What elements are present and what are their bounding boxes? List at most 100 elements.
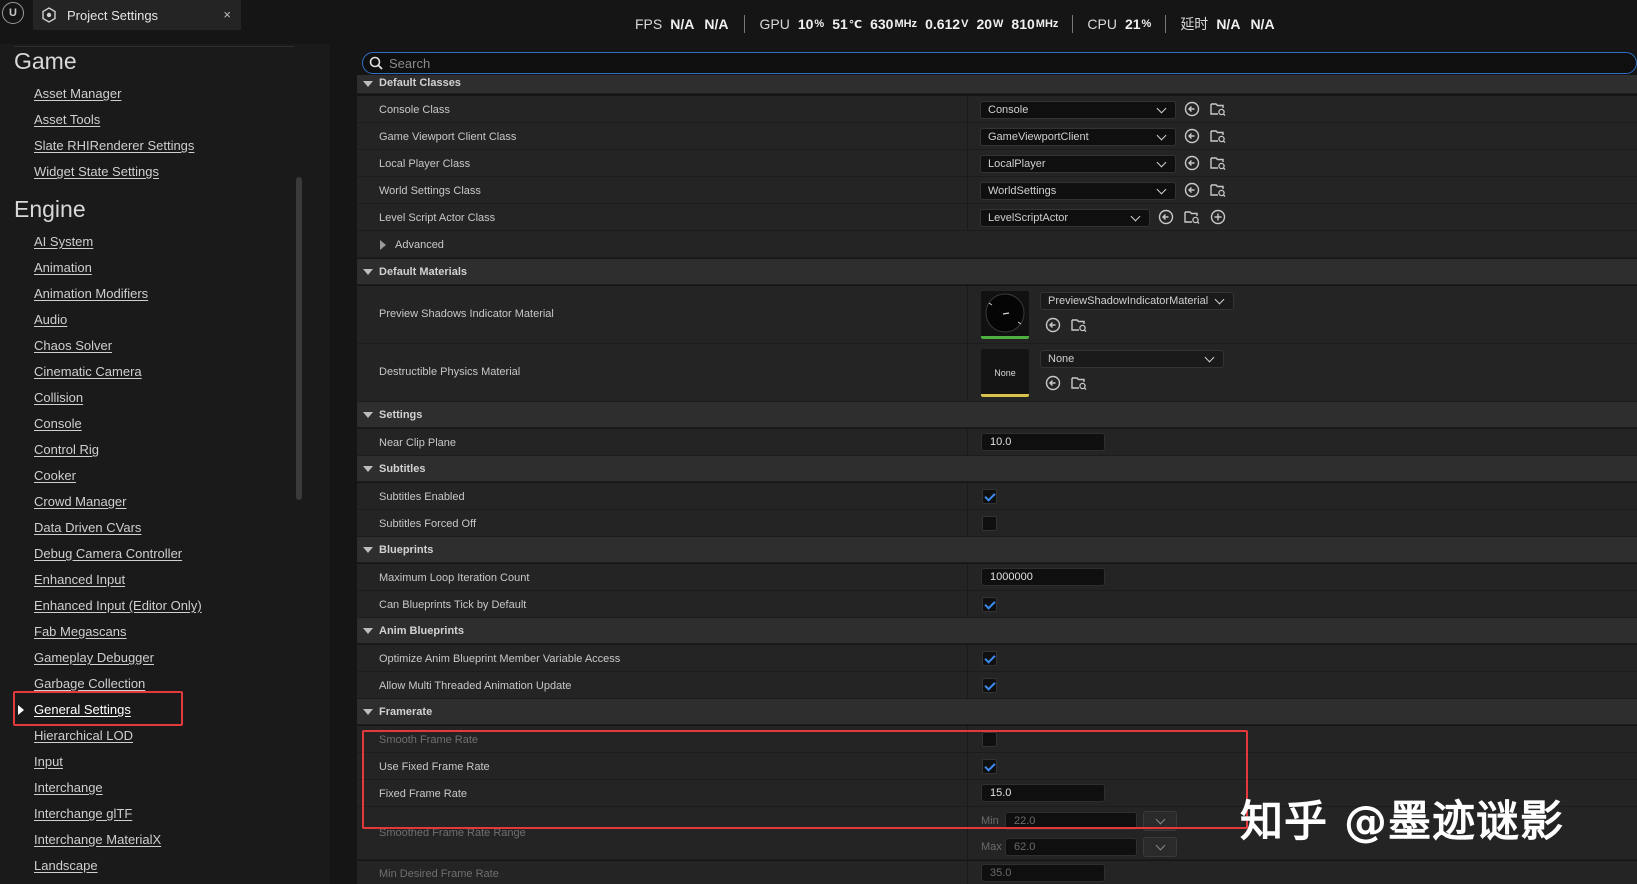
sidebar-item-enhanced-input-editor-only[interactable]: Enhanced Input (Editor Only) bbox=[34, 598, 202, 613]
sidebar-item-fab-megascans[interactable]: Fab Megascans bbox=[34, 624, 127, 639]
chevron-down-icon bbox=[1156, 103, 1167, 114]
can-blueprints-tick-checkbox[interactable] bbox=[982, 597, 997, 612]
browse-folder-icon[interactable] bbox=[1071, 317, 1087, 333]
row-game-viewport-client-class: Game Viewport Client Class GameViewportC… bbox=[357, 123, 1637, 150]
chevron-down-icon bbox=[1214, 294, 1225, 305]
sidebar-item-console[interactable]: Console bbox=[34, 416, 82, 431]
maximum-loop-iteration-count-input[interactable]: 1000000 bbox=[981, 568, 1105, 586]
browse-folder-icon[interactable] bbox=[1210, 155, 1226, 171]
section-title: Default Classes bbox=[379, 77, 461, 89]
sidebar-item-asset-manager[interactable]: Asset Manager bbox=[34, 86, 121, 101]
sidebar-item-input[interactable]: Input bbox=[34, 754, 63, 769]
gpu-label: GPU bbox=[759, 16, 790, 32]
sidebar-item-chaos-solver[interactable]: Chaos Solver bbox=[34, 338, 112, 353]
material-thumbnail[interactable] bbox=[981, 291, 1029, 339]
reset-arrow-icon[interactable] bbox=[1184, 155, 1200, 171]
performance-stats: FPS N/A N/A GPU 10% 51 ℃ 630 MHz 0.612 V 20… bbox=[635, 14, 1285, 34]
section-subtitles[interactable]: Subtitles bbox=[357, 456, 1637, 482]
sidebar-item-enhanced-input[interactable]: Enhanced Input bbox=[34, 572, 125, 587]
near-clip-plane-input[interactable]: 10.0 bbox=[981, 433, 1105, 451]
row-advanced[interactable]: Advanced bbox=[357, 231, 1637, 258]
sidebar-item-collision[interactable]: Collision bbox=[34, 390, 83, 405]
min-desired-frame-rate-input[interactable]: 35.0 bbox=[981, 864, 1105, 882]
reset-arrow-icon[interactable] bbox=[1184, 101, 1200, 117]
browse-folder-icon[interactable] bbox=[1071, 375, 1087, 391]
field-value: 62.0 bbox=[1014, 841, 1036, 853]
section-anim-blueprints[interactable]: Anim Blueprints bbox=[357, 618, 1637, 644]
section-default-materials[interactable]: Default Materials bbox=[357, 259, 1637, 285]
sidebar-item-interchange[interactable]: Interchange bbox=[34, 780, 103, 795]
sidebar-item-cooker[interactable]: Cooker bbox=[34, 468, 76, 483]
gpu-power-unit: W bbox=[993, 18, 1004, 30]
sidebar-item-animation-modifiers[interactable]: Animation Modifiers bbox=[34, 286, 148, 301]
property-label: Subtitles Enabled bbox=[379, 491, 465, 503]
sidebar-item-interchange-materialx[interactable]: Interchange MaterialX bbox=[34, 832, 161, 847]
browse-folder-icon[interactable] bbox=[1210, 182, 1226, 198]
reset-arrow-icon[interactable] bbox=[1184, 182, 1200, 198]
column-divider bbox=[967, 96, 968, 122]
reset-arrow-icon[interactable] bbox=[1184, 128, 1200, 144]
sidebar-item-garbage-collection[interactable]: Garbage Collection bbox=[34, 676, 145, 691]
collapse-arrow-icon bbox=[363, 709, 373, 715]
chevron-down-icon bbox=[1156, 184, 1167, 195]
optimize-anim-blueprint-checkbox[interactable] bbox=[982, 651, 997, 666]
section-blueprints[interactable]: Blueprints bbox=[357, 537, 1637, 563]
gpu-temp: 51 bbox=[832, 16, 848, 32]
destructible-physics-material-dropdown[interactable]: None bbox=[1040, 350, 1224, 368]
row-maximum-loop-iteration-count: Maximum Loop Iteration Count 1000000 bbox=[357, 564, 1637, 591]
sidebar-item-landscape[interactable]: Landscape bbox=[34, 858, 98, 873]
sidebar-item-widget-state-settings[interactable]: Widget State Settings bbox=[34, 164, 159, 179]
sidebar-item-slate-rhirenderer-settings[interactable]: Slate RHIRenderer Settings bbox=[34, 138, 194, 153]
local-player-class-dropdown[interactable]: LocalPlayer bbox=[980, 155, 1176, 173]
browse-folder-icon[interactable] bbox=[1184, 209, 1200, 225]
subtitles-forced-off-checkbox[interactable] bbox=[982, 516, 997, 531]
column-divider bbox=[967, 123, 968, 149]
allow-multi-threaded-animation-checkbox[interactable] bbox=[982, 678, 997, 693]
column-divider bbox=[967, 344, 968, 401]
max-options-button[interactable] bbox=[1143, 837, 1177, 857]
sidebar-item-debug-camera-controller[interactable]: Debug Camera Controller bbox=[34, 546, 182, 561]
preview-shadows-material-dropdown[interactable]: PreviewShadowIndicatorMaterial bbox=[1040, 292, 1234, 310]
section-framerate[interactable]: Framerate bbox=[357, 699, 1637, 725]
sidebar-item-gameplay-debugger[interactable]: Gameplay Debugger bbox=[34, 650, 154, 665]
browse-folder-icon[interactable] bbox=[1210, 101, 1226, 117]
column-divider bbox=[967, 672, 968, 698]
sidebar-item-data-driven-cvars[interactable]: Data Driven CVars bbox=[34, 520, 141, 535]
sidebar-item-hierarchical-lod[interactable]: Hierarchical LOD bbox=[34, 728, 133, 743]
section-default-classes[interactable]: Default Classes bbox=[357, 75, 1637, 94]
browse-folder-icon[interactable] bbox=[1210, 128, 1226, 144]
sidebar-item-control-rig[interactable]: Control Rig bbox=[34, 442, 99, 457]
sidebar-item-interchange-gltf[interactable]: Interchange glTF bbox=[34, 806, 132, 821]
material-thumbnail-none[interactable]: None bbox=[981, 349, 1029, 397]
subtitles-enabled-checkbox[interactable] bbox=[982, 489, 997, 504]
latency-value: N/A bbox=[1216, 16, 1241, 32]
latency-label: 延时 bbox=[1180, 16, 1209, 32]
column-divider bbox=[967, 861, 968, 884]
search-input[interactable] bbox=[389, 54, 1589, 72]
world-settings-class-dropdown[interactable]: WorldSettings bbox=[980, 182, 1176, 200]
sidebar-item-asset-tools[interactable]: Asset Tools bbox=[34, 112, 100, 127]
sidebar-item-crowd-manager[interactable]: Crowd Manager bbox=[34, 494, 127, 509]
game-viewport-client-class-dropdown[interactable]: GameViewportClient bbox=[980, 128, 1176, 146]
advanced-label: Advanced bbox=[395, 239, 444, 251]
sidebar-item-audio[interactable]: Audio bbox=[34, 312, 67, 327]
search-box[interactable] bbox=[362, 52, 1637, 74]
gpu-clock: 630 bbox=[870, 16, 894, 32]
max-frame-rate-input[interactable]: 62.0 bbox=[1005, 838, 1137, 856]
sidebar-item-cinematic-camera[interactable]: Cinematic Camera bbox=[34, 364, 142, 379]
checkmark-icon bbox=[984, 679, 996, 691]
add-plus-icon[interactable] bbox=[1210, 209, 1226, 225]
property-label: Min Desired Frame Rate bbox=[379, 868, 499, 880]
reset-arrow-icon[interactable] bbox=[1045, 375, 1061, 391]
sidebar-item-animation[interactable]: Animation bbox=[34, 260, 92, 275]
console-class-dropdown[interactable]: Console bbox=[980, 101, 1176, 119]
close-tab-icon[interactable]: × bbox=[223, 7, 231, 22]
sidebar-scrollbar[interactable] bbox=[296, 177, 302, 500]
reset-arrow-icon[interactable] bbox=[1158, 209, 1174, 225]
level-script-actor-class-dropdown[interactable]: LevelScriptActor bbox=[980, 209, 1150, 227]
reset-arrow-icon[interactable] bbox=[1045, 317, 1061, 333]
tab-project-settings[interactable]: Project Settings × bbox=[33, 0, 241, 30]
latency-value-secondary: N/A bbox=[1250, 16, 1275, 32]
sidebar-item-ai-system[interactable]: AI System bbox=[34, 234, 93, 249]
section-settings[interactable]: Settings bbox=[357, 402, 1637, 428]
